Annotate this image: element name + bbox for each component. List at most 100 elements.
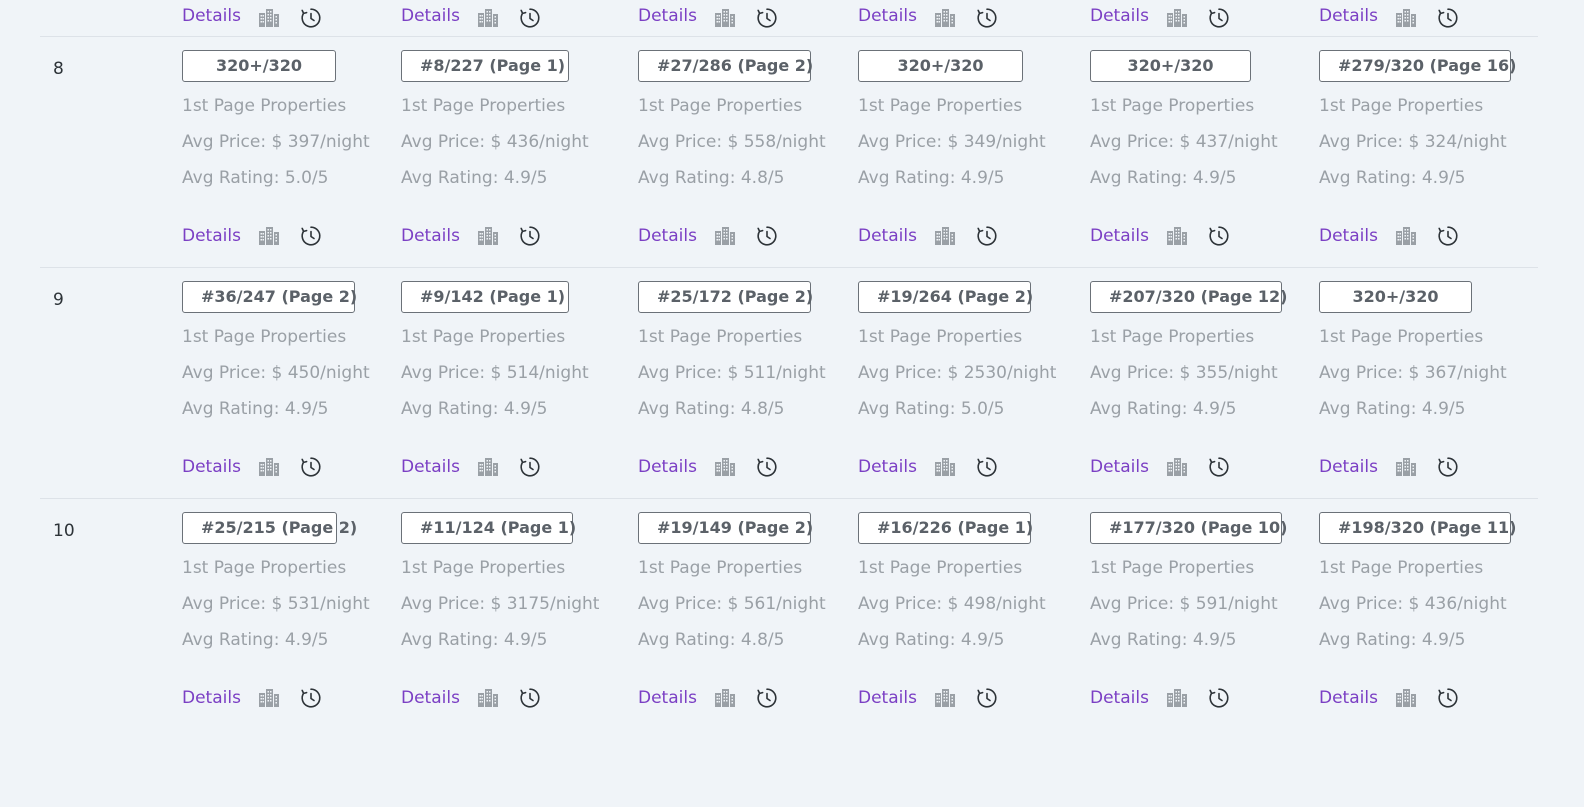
rank-badge[interactable]: #177/320 (Page 10) [1090, 512, 1287, 544]
history-clock-icon[interactable] [975, 224, 999, 248]
building-icon[interactable] [1394, 6, 1418, 30]
building-icon[interactable] [1165, 686, 1189, 710]
details-link[interactable]: Details [858, 457, 917, 477]
building-icon[interactable] [476, 455, 500, 479]
history-clock-icon[interactable] [299, 686, 323, 710]
history-clock-icon[interactable] [975, 686, 999, 710]
history-clock-icon[interactable] [755, 224, 779, 248]
history-clock-icon[interactable] [518, 224, 542, 248]
avg-rating-suffix: /5 [1219, 630, 1237, 650]
details-link[interactable]: Details [1090, 6, 1149, 26]
details-link[interactable]: Details [182, 457, 241, 477]
history-clock-icon[interactable] [975, 6, 999, 30]
building-icon[interactable] [1394, 224, 1418, 248]
first-page-label: 1st Page Properties [1090, 558, 1255, 578]
history-clock-icon[interactable] [1436, 6, 1460, 30]
details-link[interactable]: Details [1319, 457, 1378, 477]
building-icon[interactable] [1394, 686, 1418, 710]
history-clock-icon[interactable] [1436, 686, 1460, 710]
table-cell: #9/142 (Page 1) 1st Page Properties Avg Pr… [401, 281, 589, 478]
avg-price-suffix: /night [776, 132, 826, 152]
details-link[interactable]: Details [1319, 6, 1378, 26]
building-icon[interactable] [713, 455, 737, 479]
table-cell: 320+/320 1st Page Properties Avg Price: $ … [1319, 281, 1507, 478]
building-icon[interactable] [713, 224, 737, 248]
rank-badge[interactable]: 320+/320 [182, 50, 336, 82]
rank-badge[interactable]: 320+/320 [1090, 50, 1251, 82]
details-link[interactable]: Details [858, 688, 917, 708]
details-link[interactable]: Details [1319, 226, 1378, 246]
details-link[interactable]: Details [182, 6, 241, 26]
details-link[interactable]: Details [1090, 226, 1149, 246]
rank-badge[interactable]: 320+/320 [858, 50, 1023, 82]
building-icon[interactable] [476, 6, 500, 30]
details-link[interactable]: Details [401, 457, 460, 477]
building-icon[interactable] [933, 686, 957, 710]
history-clock-icon[interactable] [1207, 6, 1231, 30]
avg-rating-value: 4.9 [1192, 399, 1220, 419]
details-link[interactable]: Details [182, 226, 241, 246]
details-link[interactable]: Details [638, 226, 697, 246]
details-link[interactable]: Details [1319, 688, 1378, 708]
details-link[interactable]: Details [638, 688, 697, 708]
row-number: 8 [53, 59, 64, 79]
details-link[interactable]: Details [858, 226, 917, 246]
history-clock-icon[interactable] [1436, 455, 1460, 479]
building-icon[interactable] [1394, 455, 1418, 479]
rank-badge[interactable]: #207/320 (Page 12) [1090, 281, 1287, 313]
building-icon[interactable] [933, 6, 957, 30]
details-link[interactable]: Details [182, 688, 241, 708]
history-clock-icon[interactable] [518, 686, 542, 710]
table-cell: 320+/320 1st Page Properties Avg Price: $ … [858, 50, 1046, 247]
building-icon[interactable] [713, 6, 737, 30]
rank-badge[interactable]: #9/142 (Page 1) [401, 281, 569, 313]
rank-badge[interactable]: #11/124 (Page 1) [401, 512, 576, 544]
avg-rating: Avg Rating: 5.0/5 [858, 400, 1056, 418]
rank-badge[interactable]: #19/149 (Page 2) [638, 512, 813, 544]
details-link[interactable]: Details [401, 688, 460, 708]
rank-badge[interactable]: #25/215 (Page 2) [182, 512, 357, 544]
history-clock-icon[interactable] [518, 455, 542, 479]
details-link[interactable]: Details [1090, 457, 1149, 477]
building-icon[interactable] [933, 455, 957, 479]
rank-badge[interactable]: #19/264 (Page 2) [858, 281, 1033, 313]
building-icon[interactable] [257, 224, 281, 248]
building-icon[interactable] [257, 686, 281, 710]
details-link[interactable]: Details [858, 6, 917, 26]
history-clock-icon[interactable] [1207, 455, 1231, 479]
rank-badge[interactable]: #16/226 (Page 1) [858, 512, 1033, 544]
history-clock-icon[interactable] [755, 455, 779, 479]
history-clock-icon[interactable] [975, 455, 999, 479]
rank-badge[interactable]: #25/172 (Page 2) [638, 281, 813, 313]
rank-badge[interactable]: #8/227 (Page 1) [401, 50, 569, 82]
rank-badge[interactable]: #279/320 (Page 16) [1319, 50, 1516, 82]
building-icon[interactable] [476, 686, 500, 710]
building-icon[interactable] [933, 224, 957, 248]
history-clock-icon[interactable] [299, 224, 323, 248]
building-icon[interactable] [1165, 224, 1189, 248]
building-icon[interactable] [257, 6, 281, 30]
building-icon[interactable] [1165, 455, 1189, 479]
rank-badge[interactable]: 320+/320 [1319, 281, 1472, 313]
history-clock-icon[interactable] [518, 6, 542, 30]
building-icon[interactable] [1165, 6, 1189, 30]
details-link[interactable]: Details [1090, 688, 1149, 708]
rank-badge[interactable]: #36/247 (Page 2) [182, 281, 357, 313]
details-link[interactable]: Details [638, 6, 697, 26]
history-clock-icon[interactable] [1207, 686, 1231, 710]
history-clock-icon[interactable] [1207, 224, 1231, 248]
building-icon[interactable] [476, 224, 500, 248]
details-link[interactable]: Details [401, 6, 460, 26]
rank-badge[interactable]: #27/286 (Page 2) [638, 50, 813, 82]
avg-price-value: 561 [743, 594, 777, 614]
rank-badge[interactable]: #198/320 (Page 11) [1319, 512, 1516, 544]
history-clock-icon[interactable] [755, 6, 779, 30]
details-link[interactable]: Details [638, 457, 697, 477]
building-icon[interactable] [713, 686, 737, 710]
history-clock-icon[interactable] [299, 6, 323, 30]
history-clock-icon[interactable] [1436, 224, 1460, 248]
details-link[interactable]: Details [401, 226, 460, 246]
history-clock-icon[interactable] [299, 455, 323, 479]
history-clock-icon[interactable] [755, 686, 779, 710]
building-icon[interactable] [257, 455, 281, 479]
